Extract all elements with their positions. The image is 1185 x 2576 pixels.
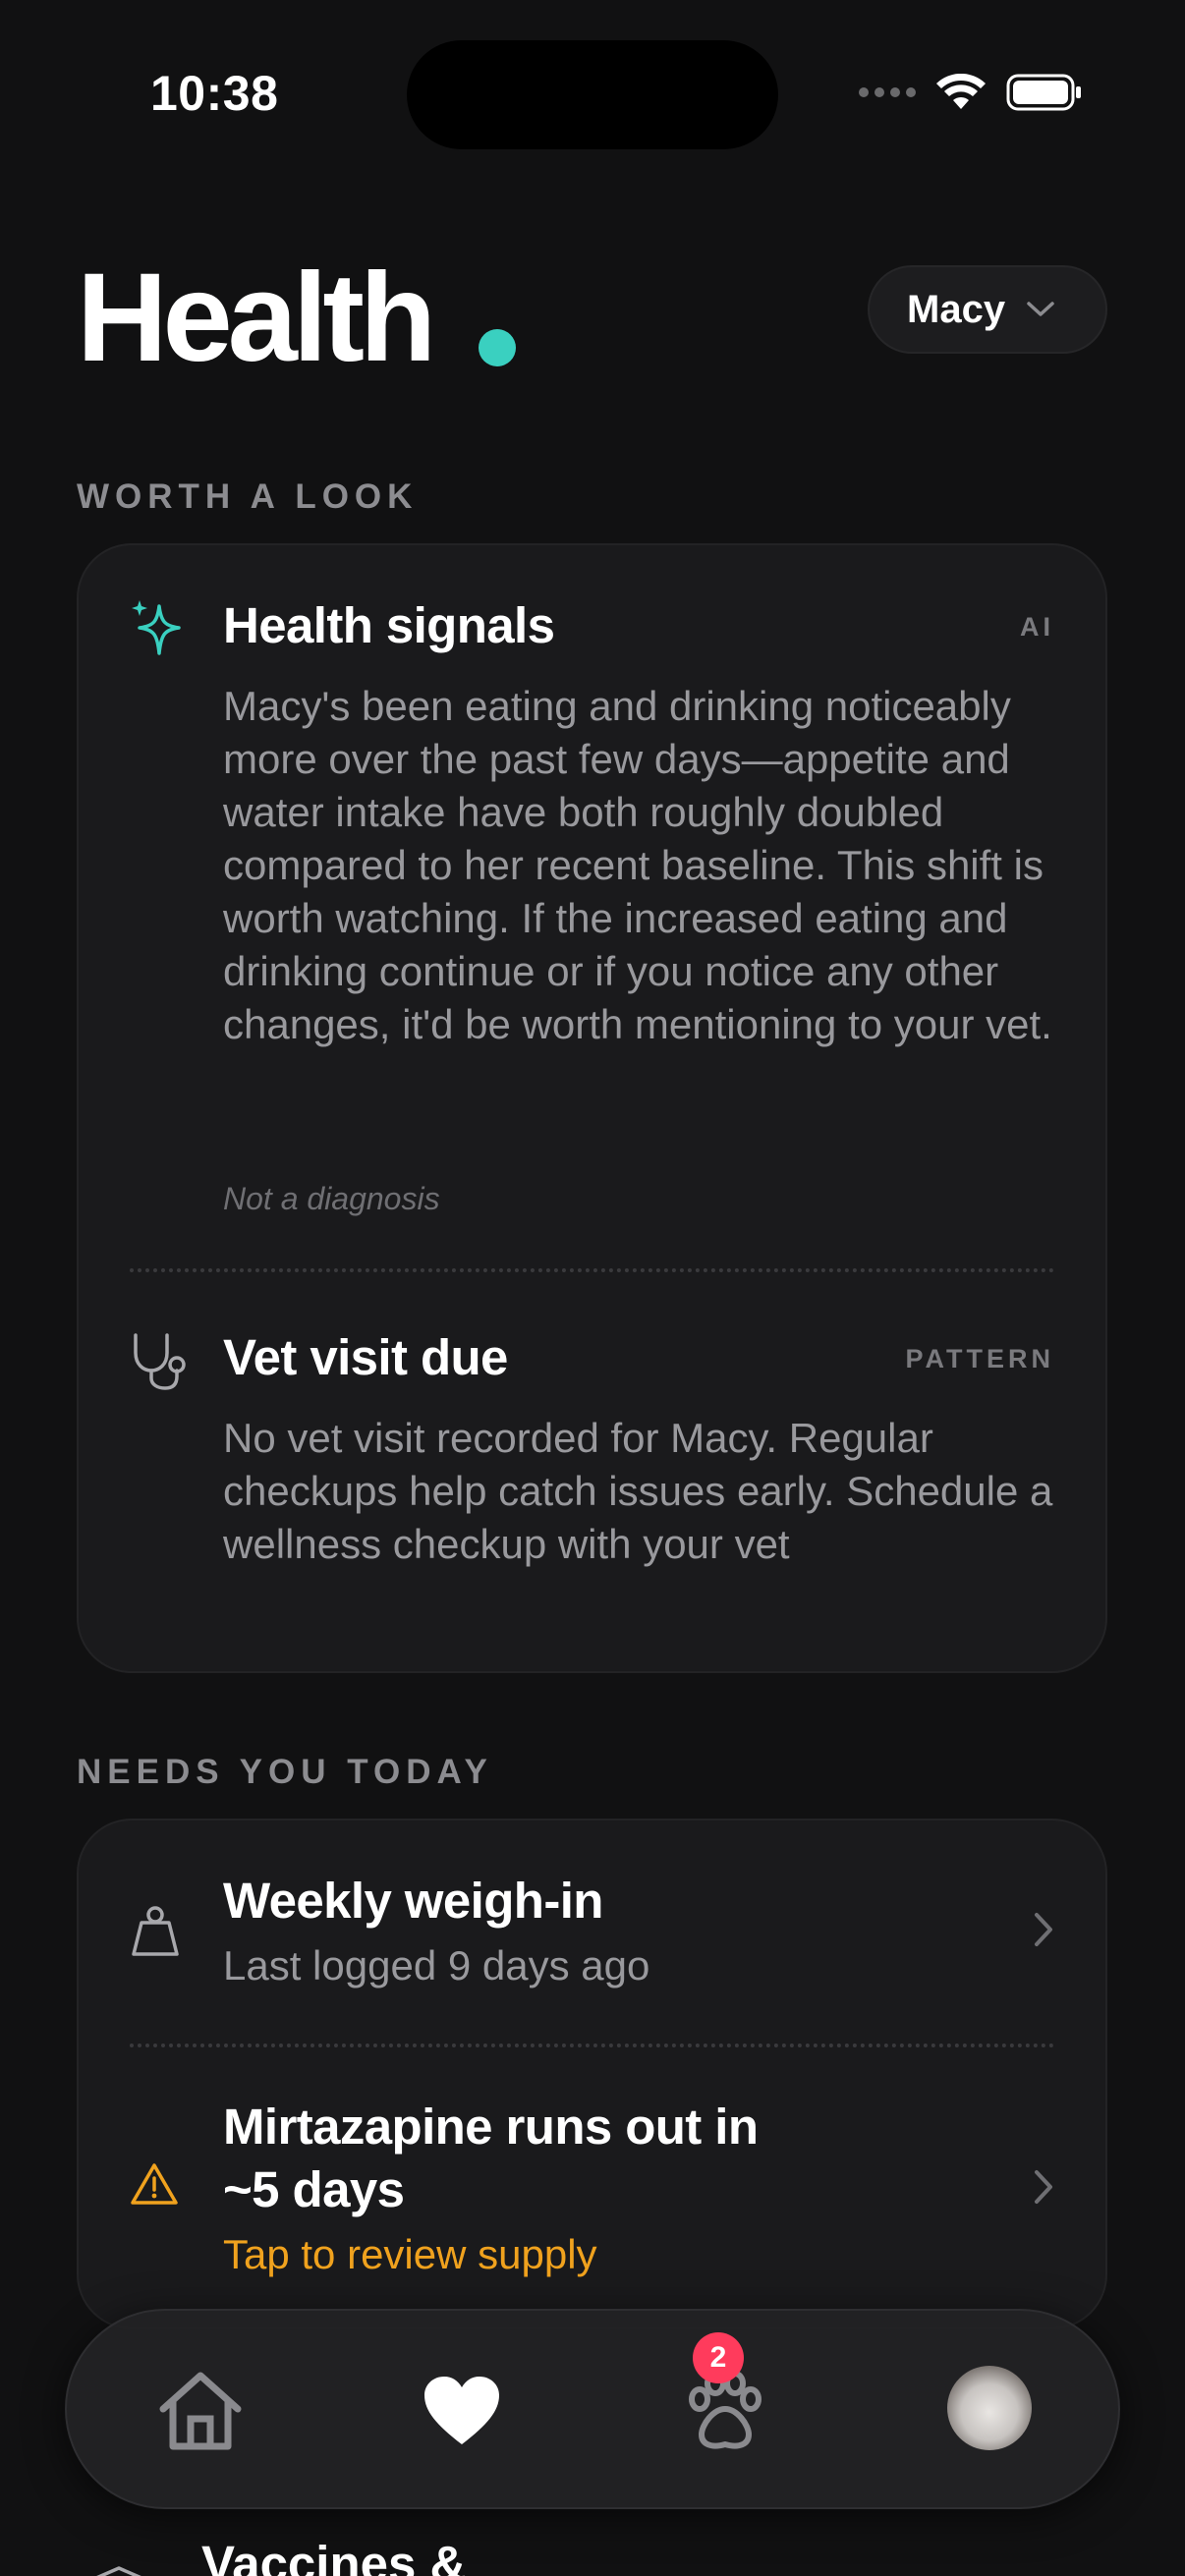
- pets-badge: 2: [693, 2332, 744, 2383]
- health-signals-body: Macy's been eating and drinking noticeab…: [223, 683, 1052, 1047]
- review-supply-link[interactable]: Tap to review supply: [223, 2231, 597, 2278]
- scale-icon: [132, 1906, 179, 1956]
- weekly-weigh-in-row[interactable]: Weekly weigh-in Last logged 9 days ago: [79, 1820, 1105, 2046]
- health-signals-title: Health signals: [223, 597, 555, 653]
- pet-selector-button[interactable]: Macy: [868, 265, 1107, 354]
- not-a-diagnosis-note: Not a diagnosis: [223, 1181, 440, 1216]
- divider: [130, 1268, 1054, 1272]
- tab-home[interactable]: [151, 2362, 250, 2460]
- title-accent-dot: [479, 329, 516, 366]
- pattern-tag: PATTERN: [905, 1344, 1054, 1373]
- home-icon: [159, 2372, 242, 2450]
- shield-icon: [96, 2566, 141, 2576]
- page-title: Health: [77, 248, 436, 388]
- stethoscope-icon: [134, 1333, 186, 1390]
- vaccines-row-title[interactable]: Vaccines &: [201, 2535, 466, 2576]
- ai-tag: AI: [1020, 612, 1054, 642]
- vet-visit-due-body: No vet visit recorded for Macy. Regular …: [223, 1415, 1053, 1567]
- wifi-icon: [936, 74, 986, 109]
- divider: [130, 2044, 1054, 2047]
- chevron-right-icon: [1035, 2170, 1052, 2204]
- needs-you-today-card: Weekly weigh-in Last logged 9 days ago M…: [77, 1819, 1107, 2329]
- chevron-right-icon: [1035, 1913, 1052, 1946]
- weekly-weigh-in-title: Weekly weigh-in: [223, 1873, 603, 1929]
- dynamic-island: [407, 40, 778, 149]
- battery-icon: [1006, 74, 1081, 111]
- weekly-weigh-in-subtitle: Last logged 9 days ago: [223, 1942, 650, 1988]
- pet-selector-label: Macy: [907, 287, 1006, 331]
- section-label-worth-a-look: WORTH A LOOK: [77, 477, 419, 516]
- status-time: 10:38: [150, 66, 279, 121]
- mirtazapine-title: Mirtazapine runs out in: [223, 2099, 759, 2155]
- worth-a-look-card: Health signals AI Macy's been eating and…: [77, 543, 1107, 1673]
- chevron-down-icon: [1027, 302, 1054, 316]
- tab-health[interactable]: [413, 2362, 511, 2460]
- mirtazapine-title-days: ~5 days: [223, 2161, 405, 2217]
- heart-icon: [424, 2377, 499, 2444]
- cellular-signal-icon: [859, 87, 916, 97]
- warning-icon: [131, 2163, 178, 2205]
- vet-visit-due-title: Vet visit due: [223, 1329, 508, 1385]
- avatar[interactable]: [947, 2366, 1032, 2450]
- section-label-needs-you-today: NEEDS YOU TODAY: [77, 1753, 493, 1791]
- sparkles-icon: [132, 600, 181, 655]
- status-indicators: [859, 73, 1083, 112]
- mirtazapine-supply-row[interactable]: Mirtazapine runs out in ~5 days Tap to r…: [79, 2048, 1105, 2328]
